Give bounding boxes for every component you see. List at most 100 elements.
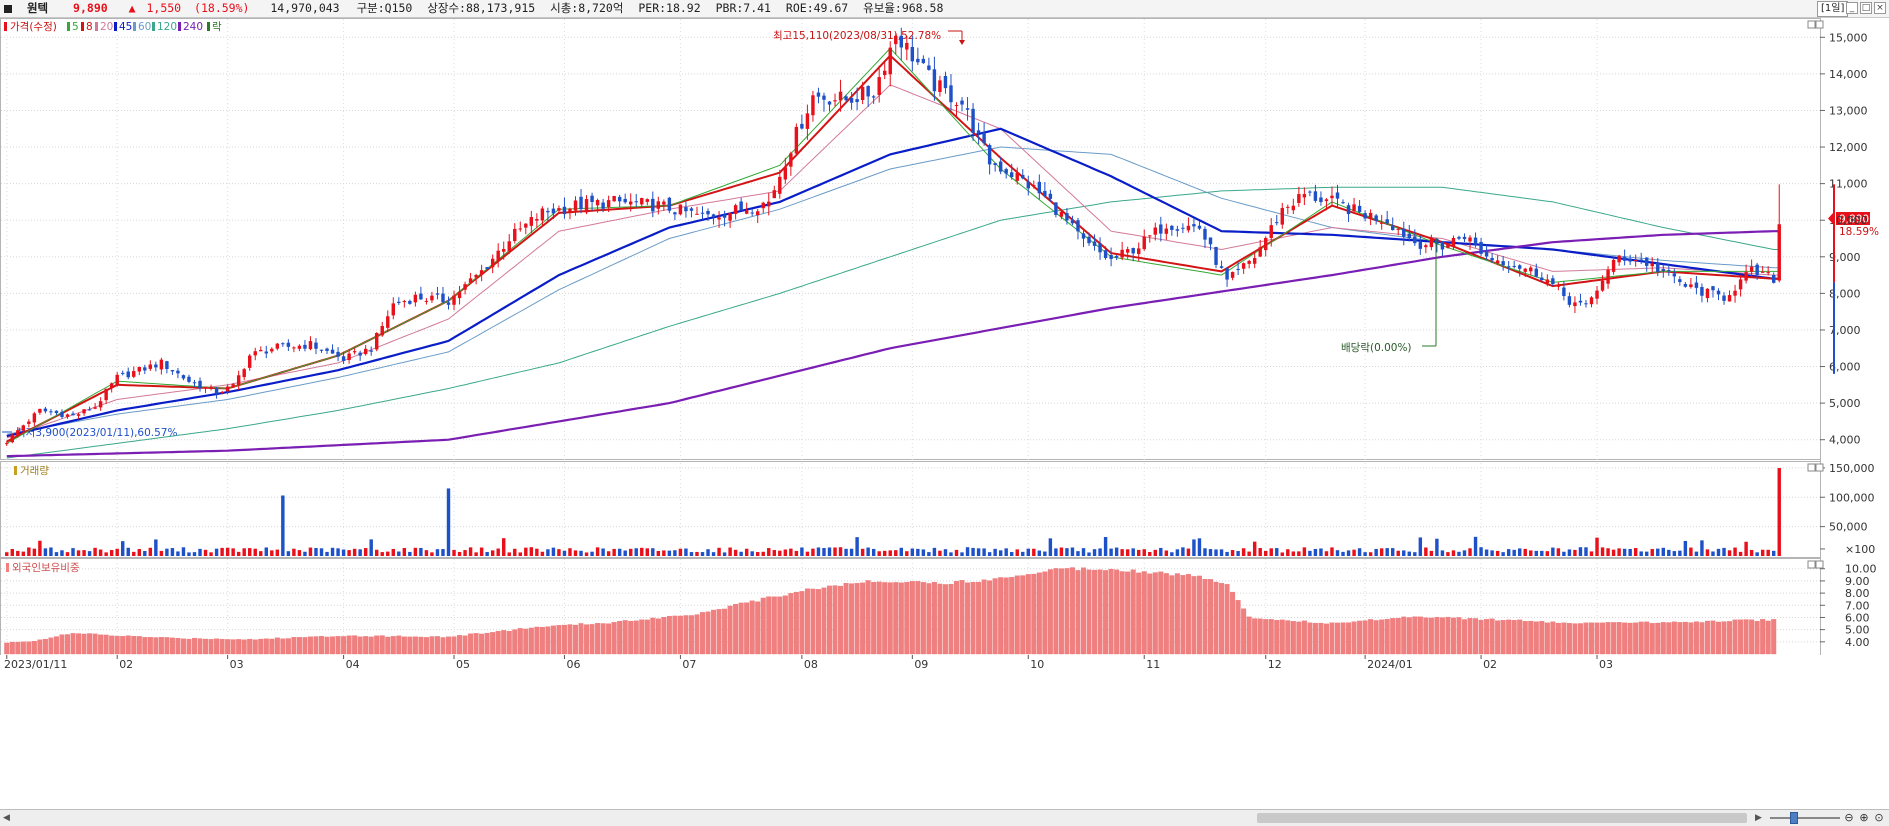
volume-bar [286, 551, 291, 556]
candle-body [535, 219, 539, 221]
volume-bar [606, 551, 611, 556]
volume-bar [1451, 550, 1456, 556]
zoom-slider-knob[interactable] [1790, 812, 1798, 824]
volume-bar [1026, 548, 1030, 556]
candle-body [717, 217, 721, 220]
candle-body [1656, 262, 1660, 272]
period-selector[interactable]: [1일] [1817, 1, 1849, 17]
volume-bar [32, 548, 37, 556]
candle-body [1622, 256, 1627, 261]
foreign-holding-bar [998, 577, 1004, 655]
volume-bar [1114, 547, 1119, 556]
scroll-thumb[interactable] [1257, 813, 1747, 823]
volume-bar [562, 550, 567, 556]
scroll-left-icon[interactable]: ◀ [0, 812, 13, 824]
foreign-holding-bar [672, 615, 678, 655]
close-button[interactable]: × [1874, 2, 1886, 14]
candle-body [363, 348, 368, 355]
volume-bar [375, 549, 379, 556]
foreign-holding-bar [241, 639, 247, 655]
foreign-holding-bar [628, 620, 634, 655]
volume-bar [573, 550, 578, 556]
foreign-holding-bar [893, 582, 899, 655]
volume-bar [684, 548, 688, 556]
chart-scrollbar[interactable]: ◀ ▶ ⊖ ⊕ ⊙ [0, 809, 1889, 826]
foreign-holding-bar [882, 582, 888, 655]
candle-body [750, 212, 754, 214]
minimize-button[interactable]: _ [1846, 2, 1858, 14]
volume-bar [551, 547, 556, 556]
zoom-reset-icon[interactable]: ⊙ [1872, 811, 1886, 825]
close-icon-mini[interactable] [4, 5, 12, 13]
foreign-holding-bar [1478, 619, 1484, 655]
candle-body [943, 75, 948, 89]
candle-body [170, 370, 175, 372]
foreign-holding-bar [644, 619, 650, 655]
foreign-holding-bar [1136, 572, 1142, 655]
candle-body [358, 352, 362, 356]
scroll-right-icon[interactable]: ▶ [1752, 812, 1765, 824]
volume-bar [1600, 547, 1605, 556]
volume-bar [181, 547, 186, 556]
foreign-legend: 외국인보유비중 [6, 562, 80, 574]
foreign-holding-bar [440, 637, 446, 655]
candle-body [1368, 212, 1373, 219]
zoom-slider-track[interactable] [1770, 817, 1840, 819]
foreign-holding-bar [65, 634, 70, 655]
volume-bar [667, 550, 672, 556]
zoom-out-icon[interactable]: ⊖ [1842, 811, 1856, 825]
volume-bar [1694, 551, 1699, 556]
foreign-holding-bar [1423, 617, 1429, 655]
foreign-holding-bar [561, 624, 567, 655]
candle-body [1037, 181, 1042, 194]
foreign-holding-bar [87, 633, 93, 655]
volume-bar [1738, 551, 1743, 556]
foreign-holding-bar [716, 609, 722, 655]
candle-body [1164, 228, 1169, 234]
volume-bar [617, 548, 622, 556]
volume-bar [1286, 549, 1290, 556]
volume-bar [253, 548, 257, 556]
volume-bar [1125, 549, 1130, 556]
volume-bar [1772, 550, 1776, 556]
foreign-holding-bar [1373, 620, 1379, 655]
volume-bar [319, 548, 324, 556]
candle-body [5, 443, 9, 445]
foreign-holding-bar [722, 608, 728, 655]
candle-body [435, 293, 440, 295]
foreign-holding-bar [169, 637, 175, 655]
candle-body [21, 425, 26, 431]
maximize-button[interactable]: □ [1860, 2, 1872, 14]
foreign-holding-bar [661, 617, 667, 655]
foreign-holding-bar [1401, 616, 1407, 655]
volume-bar [1225, 551, 1229, 556]
foreign-holding-bar [1462, 619, 1467, 655]
candle-body [1120, 249, 1124, 258]
foreign-holding-bar [468, 633, 474, 655]
foreign-holding-bar [1644, 621, 1650, 655]
volume-bar [871, 548, 876, 556]
foreign-holding-bar [142, 637, 148, 655]
volume-bar [1606, 548, 1610, 556]
ex-div-legend: 락 [212, 21, 222, 33]
foreign-holding-bar [539, 626, 545, 655]
volume-bar [115, 548, 119, 556]
candle-body [181, 375, 186, 379]
volume-bar [303, 551, 307, 556]
stock-chart[interactable]: 가격(수정) 5 8 20 45 60 120 240 락 거래량 외국인보유비… [0, 18, 1889, 809]
zoom-in-icon[interactable]: ⊕ [1857, 811, 1871, 825]
foreign-holding-bar [136, 636, 142, 655]
foreign-holding-bar [70, 633, 76, 655]
foreign-holding-bar [1025, 574, 1031, 655]
volume-bar [1308, 550, 1312, 556]
volume-bar [1473, 536, 1478, 556]
volume-bar [1440, 550, 1445, 556]
volume-bar [397, 551, 401, 556]
foreign-holding-bar [1622, 622, 1628, 655]
foreign-holding-bar [324, 636, 330, 655]
volume-bar [1545, 551, 1550, 556]
foreign-holding-bar [1417, 616, 1423, 655]
candle-body [430, 295, 434, 301]
candle-body [1291, 205, 1296, 211]
foreign-holding-bar [1704, 620, 1710, 655]
